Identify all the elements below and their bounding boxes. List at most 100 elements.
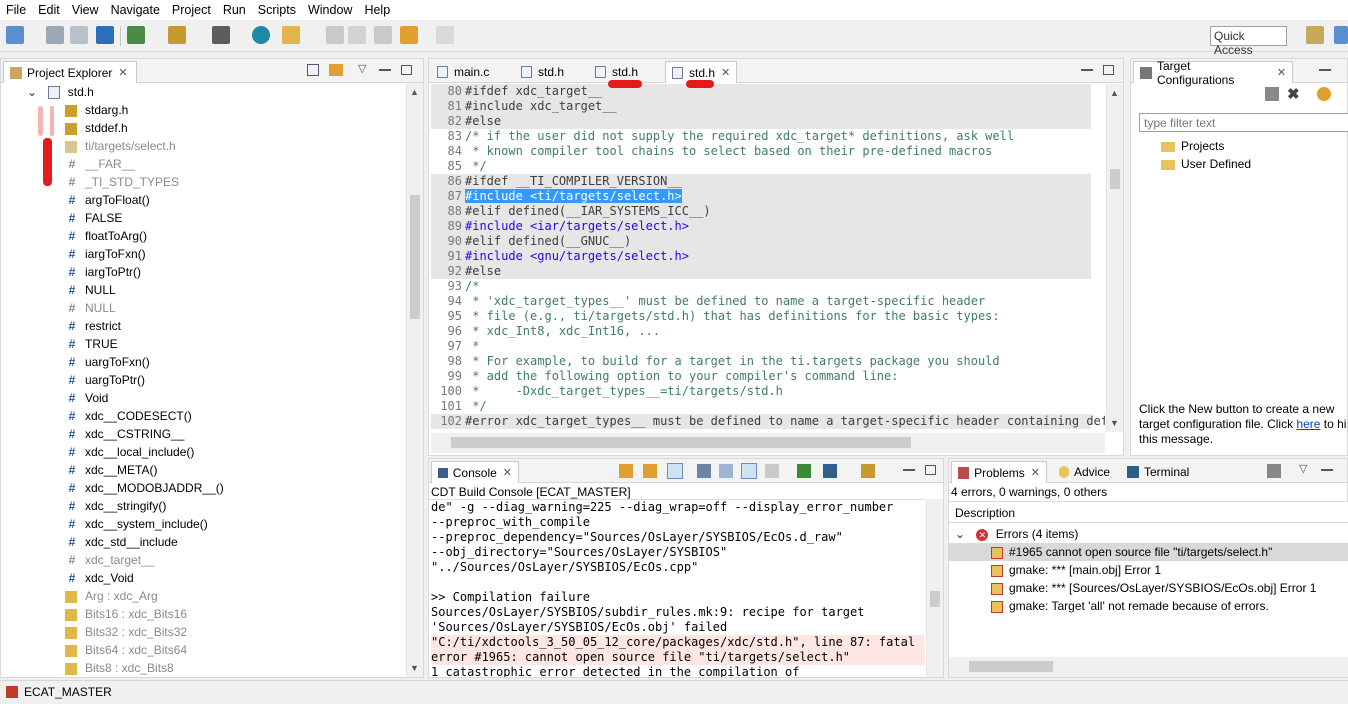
focus-icon[interactable] — [1267, 464, 1281, 478]
tree-item[interactable]: # uargToFxn() — [65, 353, 150, 371]
problem-item[interactable]: gmake: *** [Sources/OsLayer/SYSBIOS/EcOs… — [949, 579, 1348, 597]
tree-item[interactable]: # restrict — [65, 317, 121, 335]
quick-access-input[interactable]: Quick Access — [1210, 26, 1287, 57]
minimize-icon[interactable] — [379, 69, 391, 71]
here-link[interactable]: here — [1296, 417, 1320, 431]
tab-editor-1[interactable]: std.h — [515, 61, 570, 83]
hammer-icon[interactable] — [212, 26, 230, 44]
back-arrow-icon[interactable] — [400, 26, 418, 44]
tree-root[interactable]: ⌄ std.h — [27, 83, 94, 101]
console-output[interactable]: de" -g --diag_warning=225 --diag_wrap=of… — [429, 499, 925, 677]
menu-scripts[interactable]: Scripts — [252, 0, 302, 20]
open-console-icon[interactable] — [823, 464, 837, 478]
editor-vertical-scrollbar[interactable]: ▲ ▼ — [1106, 84, 1123, 432]
problem-item[interactable]: gmake: *** [main.obj] Error 1 — [949, 561, 1348, 579]
new-config-icon[interactable] — [1265, 87, 1279, 101]
refresh-icon[interactable] — [1317, 87, 1331, 101]
tree-item[interactable]: # NULL — [65, 299, 116, 317]
chevron-down-icon[interactable]: ⌄ — [955, 527, 965, 541]
tree-item[interactable]: # __FAR__ — [65, 155, 135, 173]
minimize-icon[interactable] — [1081, 69, 1093, 71]
minimize-icon[interactable] — [1319, 69, 1331, 71]
tree-item[interactable]: # floatToArg() — [65, 227, 147, 245]
maximize-icon[interactable] — [1103, 65, 1114, 75]
wand-icon[interactable] — [282, 26, 300, 44]
link-editor-icon[interactable] — [329, 64, 343, 76]
folder-user-defined[interactable]: User Defined — [1161, 157, 1251, 171]
tree-item[interactable]: # xdc_Void — [65, 569, 134, 587]
scroll-lock-icon[interactable] — [619, 464, 633, 478]
tree-item[interactable]: # xdc__system_include() — [65, 515, 208, 533]
tab-problems[interactable]: Problems ✕ — [951, 461, 1047, 483]
tree-item[interactable]: ti/targets/select.h — [65, 137, 176, 155]
tree-item[interactable]: stddef.h — [65, 119, 128, 137]
tree-item[interactable]: # xdc__local_include() — [65, 443, 195, 461]
console-view-icon[interactable] — [861, 464, 875, 478]
tab-target-configurations[interactable]: Target Configurations ✕ — [1133, 59, 1293, 87]
problem-item[interactable]: gmake: Target 'all' not remade because o… — [949, 597, 1348, 615]
debug-icon[interactable] — [127, 26, 145, 44]
tree-item[interactable]: Bits32 : xdc_Bits32 — [65, 623, 187, 641]
editor-horizontal-scrollbar[interactable] — [431, 433, 1105, 453]
ccs-perspective-icon[interactable] — [1334, 26, 1348, 44]
tree-item[interactable]: # FALSE — [65, 209, 123, 227]
word-wrap-icon[interactable] — [741, 463, 757, 479]
menu-file[interactable]: File — [0, 0, 32, 20]
menu-project[interactable]: Project — [166, 0, 217, 20]
tab-project-explorer[interactable]: Project Explorer ✕ — [3, 61, 137, 83]
code-area[interactable]: 80 #ifdef xdc_target__ 81 #include xdc_targ… — [431, 84, 1105, 432]
new-console-icon[interactable] — [797, 464, 811, 478]
tree-item[interactable]: # xdc_target__ — [65, 551, 155, 569]
tab-editor-0[interactable]: main.c — [431, 61, 495, 83]
explorer-scrollbar[interactable]: ▲ ▼ — [406, 83, 423, 677]
tree-item[interactable]: Bits8 : xdc_Bits8 — [65, 659, 174, 677]
clear-icon[interactable] — [719, 464, 733, 478]
description-column-header[interactable]: Description — [949, 501, 1348, 523]
last-edit-icon[interactable] — [374, 26, 392, 44]
errors-group[interactable]: ⌄ ✕ Errors (4 items) — [955, 525, 1078, 543]
tree-item[interactable]: Bits16 : xdc_Bits16 — [65, 605, 187, 623]
problems-horizontal-scrollbar[interactable] — [949, 657, 1348, 677]
tree-item[interactable]: # TRUE — [65, 335, 118, 353]
console-scrollbar[interactable] — [926, 499, 943, 677]
pin-console-icon[interactable] — [667, 463, 683, 479]
folder-projects[interactable]: Projects — [1161, 139, 1224, 153]
menu-run[interactable]: Run — [217, 0, 252, 20]
collapse-all-icon[interactable] — [307, 64, 319, 76]
close-icon[interactable]: ✕ — [721, 66, 730, 79]
chevron-down-icon[interactable]: ⌄ — [27, 85, 37, 99]
search-icon[interactable] — [252, 26, 270, 44]
menu-view[interactable]: View — [66, 0, 105, 20]
close-icon[interactable]: ✕ — [503, 466, 512, 479]
new-icon[interactable] — [6, 26, 24, 44]
tree-item[interactable]: # xdc__CSTRING__ — [65, 425, 185, 443]
tab-terminal[interactable]: Terminal — [1121, 461, 1195, 483]
close-icon[interactable]: ✕ — [118, 66, 127, 79]
maximize-icon[interactable] — [925, 465, 936, 475]
clipboard-icon[interactable] — [326, 26, 344, 44]
forward-arrow-icon[interactable] — [436, 26, 454, 44]
delete-icon[interactable]: ✖ — [1287, 85, 1300, 103]
save-icon[interactable] — [46, 26, 64, 44]
tree-item[interactable]: # xdc__META() — [65, 461, 158, 479]
close-icon[interactable]: ✕ — [1031, 466, 1040, 479]
menu-navigate[interactable]: Navigate — [105, 0, 166, 20]
tree-item[interactable]: # xdc_std__include — [65, 533, 178, 551]
build-icon[interactable] — [168, 26, 186, 44]
tree-item[interactable]: Bits64 : xdc_Bits64 — [65, 641, 187, 659]
view-menu-icon[interactable]: ▽ — [358, 62, 366, 75]
menu-window[interactable]: Window — [302, 0, 358, 20]
tree-item[interactable]: # NULL — [65, 281, 116, 299]
pin-icon[interactable] — [348, 26, 366, 44]
open-perspective-icon[interactable] — [1306, 26, 1324, 44]
tree-item[interactable]: # argToFloat() — [65, 191, 150, 209]
menu-help[interactable]: Help — [358, 0, 396, 20]
menu-edit[interactable]: Edit — [32, 0, 66, 20]
maximize-icon[interactable] — [401, 65, 412, 75]
tree-item[interactable]: # iargToPtr() — [65, 263, 141, 281]
terminal-icon[interactable] — [96, 26, 114, 44]
tree-item[interactable]: # iargToFxn() — [65, 245, 146, 263]
close-icon[interactable]: ✕ — [1277, 66, 1286, 79]
tree-item[interactable]: # uargToPtr() — [65, 371, 145, 389]
tree-item[interactable]: stdarg.h — [65, 101, 128, 119]
